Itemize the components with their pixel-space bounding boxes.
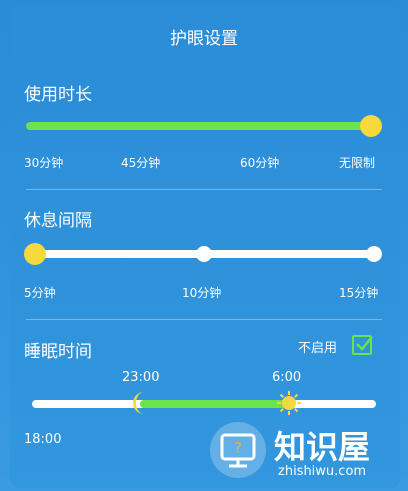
usage-duration-slider-knob[interactable] <box>360 115 382 137</box>
usage-duration-label: 使用时长 <box>24 85 92 105</box>
watermark-url: zhishiwu.com <box>278 464 367 479</box>
usage-tick-60[interactable]: 60分钟 <box>240 154 279 171</box>
watermark-logo: ? 知识屋 zhishiwu.com <box>206 420 406 490</box>
disable-label[interactable]: 不启用 <box>298 337 337 356</box>
disable-checkbox[interactable] <box>352 335 373 355</box>
break-interval-stop-15[interactable] <box>366 246 382 262</box>
sleep-range-start-label: 18:00 <box>24 432 62 447</box>
break-interval-stop-10[interactable] <box>196 246 212 262</box>
svg-text:?: ? <box>234 439 242 457</box>
break-interval-label: 休息间隔 <box>24 211 92 231</box>
divider <box>26 189 382 190</box>
moon-icon[interactable] <box>128 390 154 416</box>
break-tick-15[interactable]: 15分钟 <box>339 284 378 301</box>
check-icon <box>356 336 373 351</box>
usage-tick-unlimited[interactable]: 无限制 <box>339 154 375 171</box>
sleep-start-time: 23:00 <box>122 370 160 385</box>
sun-icon[interactable] <box>276 390 302 416</box>
break-interval-slider-knob[interactable] <box>24 243 46 265</box>
usage-duration-slider-track[interactable] <box>26 122 372 130</box>
break-tick-5[interactable]: 5分钟 <box>24 284 56 301</box>
sleep-end-time: 6:00 <box>272 370 302 385</box>
page-title: 护眼设置 <box>170 29 238 49</box>
usage-tick-45[interactable]: 45分钟 <box>121 154 160 171</box>
sleep-time-label: 睡眠时间 <box>24 342 92 362</box>
divider <box>26 319 382 320</box>
sleep-time-slider-range <box>140 400 290 408</box>
break-tick-10[interactable]: 10分钟 <box>182 284 221 301</box>
watermark-name: 知识屋 <box>274 428 371 466</box>
help-monitor-icon: ? <box>210 422 266 478</box>
usage-tick-30[interactable]: 30分钟 <box>24 154 63 171</box>
